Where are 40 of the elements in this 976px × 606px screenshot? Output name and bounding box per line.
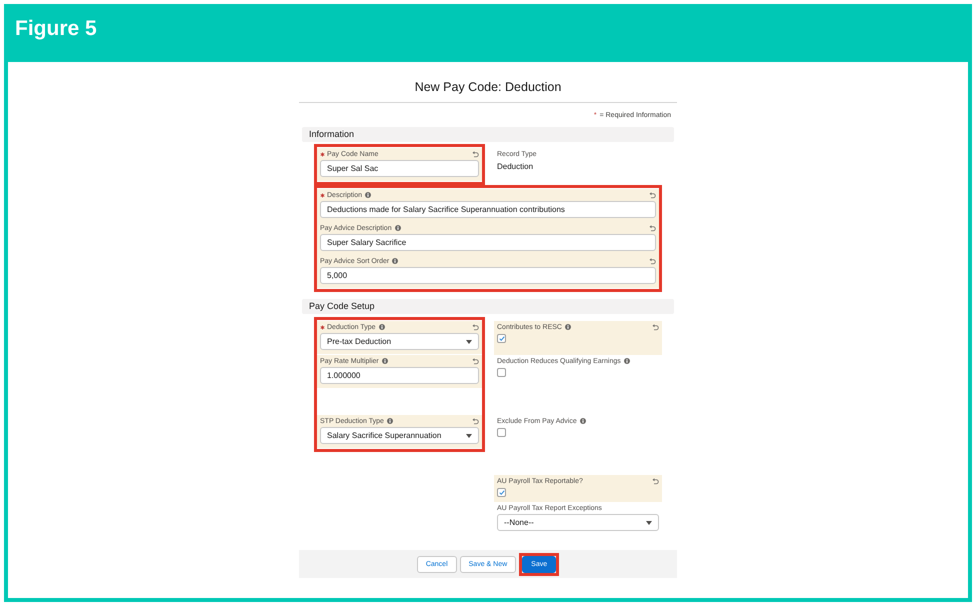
- text-field[interactable]: 1.000000: [320, 367, 479, 384]
- section-header: Pay Code Setup: [302, 299, 674, 314]
- dropdown-caret-icon: [646, 520, 652, 524]
- dropdown-field[interactable]: Pre-tax Deduction: [320, 333, 479, 350]
- undo-icon[interactable]: [649, 192, 656, 198]
- undo-icon[interactable]: [472, 324, 479, 330]
- dropdown-field[interactable]: Salary Sacrifice Superannuation: [320, 427, 479, 444]
- text-field[interactable]: Super Sal Sac: [320, 160, 479, 177]
- undo-icon[interactable]: [652, 324, 659, 330]
- text-field[interactable]: Super Salary Sacrifice: [320, 234, 656, 251]
- checkbox[interactable]: [497, 334, 506, 343]
- checkbox[interactable]: [497, 428, 506, 437]
- text-field[interactable]: 5,000: [320, 267, 656, 284]
- dropdown-caret-icon: [466, 340, 472, 344]
- checkbox[interactable]: [497, 368, 506, 377]
- info-icon[interactable]: [564, 324, 571, 330]
- dropdown-caret-icon: [466, 434, 472, 438]
- checkmark-icon: [498, 336, 504, 341]
- text-field[interactable]: Deductions made for Salary Sacrifice Superannuation contributions: [320, 201, 656, 218]
- info-icon[interactable]: [382, 358, 388, 364]
- dialog-title: New Pay Code: Deduction: [414, 80, 562, 94]
- undo-icon[interactable]: [472, 150, 479, 158]
- checkmark-icon: [498, 490, 504, 495]
- undo-icon[interactable]: [649, 258, 656, 264]
- undo-icon[interactable]: [472, 418, 479, 424]
- info-icon[interactable]: [378, 324, 385, 330]
- dropdown-field[interactable]: --None--: [497, 514, 659, 531]
- section-header: Information: [302, 127, 674, 142]
- info-icon[interactable]: [394, 225, 401, 231]
- undo-icon[interactable]: [472, 358, 479, 364]
- info-icon[interactable]: [624, 358, 630, 364]
- figure-title: Figure 5: [15, 17, 97, 40]
- field-value: Deduction: [497, 162, 534, 172]
- info-icon[interactable]: [386, 418, 393, 424]
- undo-icon[interactable]: [649, 224, 656, 232]
- info-icon[interactable]: [580, 418, 586, 424]
- undo-icon[interactable]: [652, 478, 659, 484]
- info-icon[interactable]: [392, 258, 398, 264]
- checkbox[interactable]: [497, 488, 506, 497]
- info-icon[interactable]: [365, 192, 372, 198]
